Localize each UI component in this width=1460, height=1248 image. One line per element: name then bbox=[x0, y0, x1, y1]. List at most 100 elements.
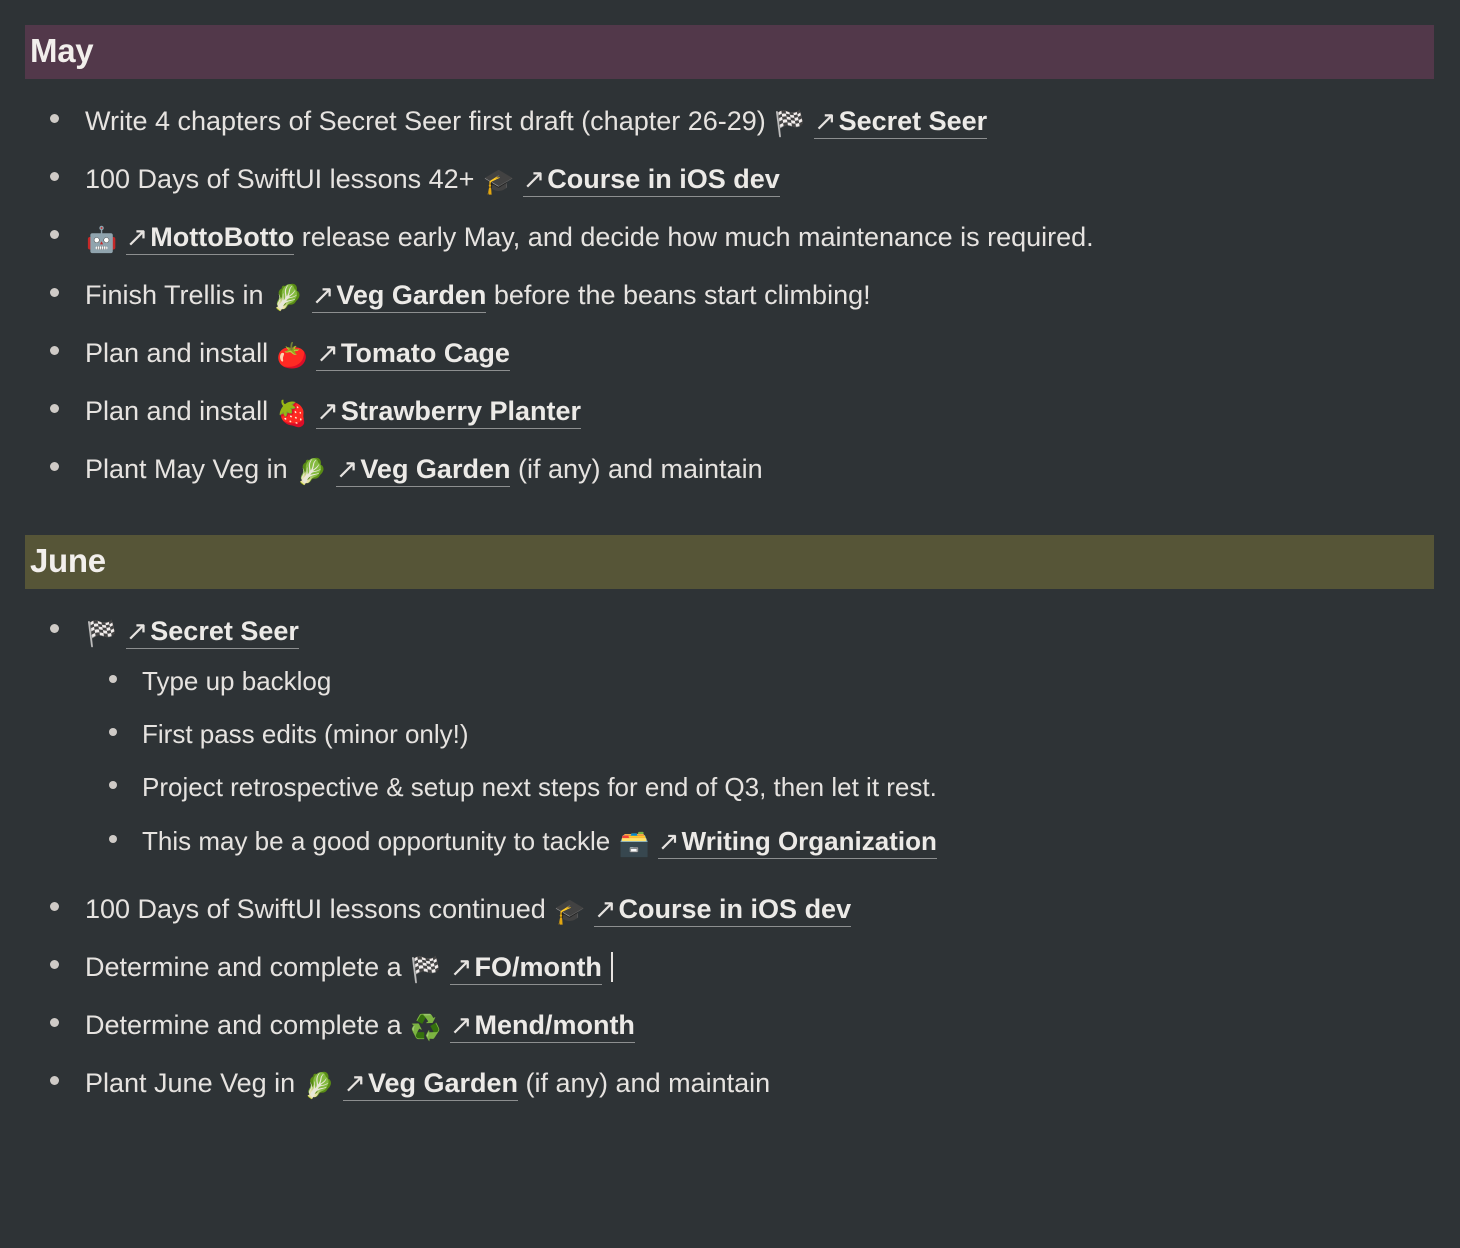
leafy-green-icon: 🥬 bbox=[303, 1070, 335, 1100]
leafy-green-icon: 🥬 bbox=[272, 282, 304, 312]
tomato-icon: 🍅 bbox=[276, 340, 308, 370]
item-text-before: Finish Trellis in bbox=[85, 279, 272, 310]
list-item: 🏁 ↗Secret Seer Type up backlog First pass… bbox=[50, 603, 1460, 881]
link-label: Veg Garden bbox=[336, 279, 487, 310]
link-label: FO/month bbox=[474, 951, 602, 982]
list-item: Type up backlog bbox=[109, 655, 1460, 708]
link-label: Mend/month bbox=[474, 1009, 635, 1040]
internal-link[interactable]: ↗Veg Garden bbox=[343, 1067, 519, 1101]
arrow-link-icon: ↗ bbox=[316, 337, 339, 369]
item-text-after: (if any) and maintain bbox=[510, 453, 763, 484]
item-text-after: release early May, and decide how much m… bbox=[294, 221, 1094, 252]
item-line: First pass edits (minor only!) bbox=[142, 719, 469, 749]
list-item: Plant June Veg in 🥬 ↗Veg Garden (if any)… bbox=[50, 1055, 1460, 1113]
note-document: May Write 4 chapters of Secret Seer first… bbox=[0, 0, 1460, 1248]
graduation-cap-icon: 🎓 bbox=[554, 896, 586, 926]
item-line: Determine and complete a ♻️ ↗Mend/month bbox=[85, 1009, 635, 1043]
list-item: Plan and install 🍅 ↗Tomato Cage bbox=[50, 325, 1460, 383]
item-line: Plan and install 🍅 ↗Tomato Cage bbox=[85, 337, 510, 371]
link-label: Veg Garden bbox=[367, 1067, 519, 1098]
arrow-link-icon: ↗ bbox=[125, 221, 149, 253]
link-label: Secret Seer bbox=[150, 615, 299, 646]
sub-list: Type up backlog First pass edits (minor … bbox=[85, 655, 1460, 870]
section-header-june: June bbox=[25, 534, 1434, 589]
item-text-before: This may be a good opportunity to tackle bbox=[142, 825, 618, 856]
item-line: Plant June Veg in 🥬 ↗Veg Garden (if any)… bbox=[85, 1067, 771, 1101]
graduation-cap-icon: 🎓 bbox=[482, 166, 515, 196]
internal-link[interactable]: ↗Veg Garden bbox=[335, 453, 511, 487]
item-line: 100 Days of SwiftUI lessons 42+ 🎓 ↗Cours… bbox=[85, 163, 780, 197]
section-header-may: May bbox=[25, 25, 1434, 79]
item-line: Finish Trellis in 🥬 ↗Veg Garden before t… bbox=[85, 279, 871, 313]
list-item: 100 Days of SwiftUI lessons continued 🎓 … bbox=[50, 881, 1460, 939]
internal-link[interactable]: ↗Secret Seer bbox=[125, 615, 299, 649]
checkered-flag-icon: 🏁 bbox=[86, 618, 118, 648]
section-list-june: 🏁 ↗Secret Seer Type up backlog First pass… bbox=[0, 589, 1460, 1113]
arrow-link-icon: ↗ bbox=[593, 893, 617, 925]
internal-link[interactable]: ↗Tomato Cage bbox=[316, 337, 510, 371]
checkered-flag-icon: 🏁 bbox=[774, 108, 806, 138]
item-line: 🏁 ↗Secret Seer bbox=[85, 615, 299, 649]
item-line: Type up backlog bbox=[142, 666, 331, 696]
list-item: Project retrospective & setup next steps… bbox=[109, 761, 1460, 814]
arrow-link-icon: ↗ bbox=[522, 163, 546, 195]
internal-link[interactable]: ↗Mend/month bbox=[449, 1009, 635, 1043]
internal-link[interactable]: ↗MottoBotto bbox=[125, 221, 295, 255]
item-text-after: (if any) and maintain bbox=[518, 1067, 771, 1098]
arrow-link-icon: ↗ bbox=[813, 105, 837, 137]
sections-container: May Write 4 chapters of Secret Seer first… bbox=[0, 25, 1460, 1113]
link-label: Writing Organization bbox=[681, 825, 937, 856]
item-line: Plant May Veg in 🥬 ↗Veg Garden (if any) … bbox=[85, 453, 763, 487]
list-item: Plant May Veg in 🥬 ↗Veg Garden (if any) … bbox=[50, 441, 1460, 499]
internal-link[interactable]: ↗Course in iOS dev bbox=[522, 163, 780, 197]
list-item: Finish Trellis in 🥬 ↗Veg Garden before t… bbox=[50, 267, 1460, 325]
item-text-before: Project retrospective & setup next steps… bbox=[142, 772, 937, 803]
item-text-before: 100 Days of SwiftUI lessons 42+ bbox=[85, 163, 482, 194]
arrow-link-icon: ↗ bbox=[316, 395, 339, 427]
item-text-before: First pass edits (minor only!) bbox=[142, 719, 469, 750]
item-text-before: Type up backlog bbox=[142, 665, 332, 696]
internal-link[interactable]: ↗Veg Garden bbox=[311, 279, 487, 313]
card-file-box-icon: 🗃️ bbox=[618, 828, 650, 858]
arrow-link-icon: ↗ bbox=[311, 279, 335, 311]
item-text-before: 100 Days of SwiftUI lessons continued bbox=[85, 893, 554, 924]
item-line: Determine and complete a 🏁 ↗FO/month bbox=[85, 951, 613, 985]
link-label: Course in iOS dev bbox=[547, 163, 780, 194]
link-label: Secret Seer bbox=[838, 105, 988, 136]
robot-icon: 🤖 bbox=[86, 224, 118, 254]
arrow-link-icon: ↗ bbox=[449, 1009, 473, 1041]
item-text-after: before the beans start climbing! bbox=[486, 279, 871, 310]
arrow-link-icon: ↗ bbox=[449, 951, 473, 983]
internal-link[interactable]: ↗FO/month bbox=[449, 951, 602, 985]
list-item: 100 Days of SwiftUI lessons 42+ 🎓 ↗Cours… bbox=[50, 151, 1460, 209]
link-label: Course in iOS dev bbox=[618, 893, 852, 924]
list-item: Plan and install 🍓 ↗Strawberry Planter bbox=[50, 383, 1460, 441]
text-cursor bbox=[610, 951, 613, 982]
arrow-link-icon: ↗ bbox=[657, 826, 680, 857]
link-label: Tomato Cage bbox=[340, 337, 510, 368]
checkered-flag-icon: 🏁 bbox=[410, 954, 442, 984]
item-text-before: Plant May Veg in bbox=[85, 453, 296, 484]
item-text-before: Plan and install bbox=[85, 337, 276, 368]
item-line: Plan and install 🍓 ↗Strawberry Planter bbox=[85, 395, 582, 429]
leafy-green-icon: 🥬 bbox=[296, 456, 328, 486]
list-item: Write 4 chapters of Secret Seer first dr… bbox=[50, 93, 1460, 151]
list-item: Determine and complete a ♻️ ↗Mend/month bbox=[50, 997, 1460, 1055]
internal-link[interactable]: ↗Secret Seer bbox=[813, 105, 988, 139]
internal-link[interactable]: ↗Strawberry Planter bbox=[316, 395, 582, 429]
link-label: Veg Garden bbox=[360, 453, 511, 484]
item-line: Write 4 chapters of Secret Seer first dr… bbox=[85, 105, 988, 139]
recycle-icon: ♻️ bbox=[410, 1012, 442, 1042]
internal-link[interactable]: ↗Writing Organization bbox=[657, 825, 937, 859]
arrow-link-icon: ↗ bbox=[343, 1067, 366, 1099]
list-item: 🤖 ↗MottoBotto release early May, and dec… bbox=[50, 209, 1460, 267]
list-item: First pass edits (minor only!) bbox=[109, 708, 1460, 761]
item-text-before: Write 4 chapters of Secret Seer first dr… bbox=[85, 105, 774, 136]
item-text-before: Plant June Veg in bbox=[85, 1067, 303, 1098]
internal-link[interactable]: ↗Course in iOS dev bbox=[593, 893, 852, 927]
sub-list-wrapper: Type up backlog First pass edits (minor … bbox=[85, 650, 1460, 870]
item-line: 100 Days of SwiftUI lessons continued 🎓 … bbox=[85, 893, 852, 927]
list-item: Determine and complete a 🏁 ↗FO/month bbox=[50, 939, 1460, 997]
list-item: This may be a good opportunity to tackle… bbox=[109, 815, 1460, 870]
item-line: This may be a good opportunity to tackle… bbox=[142, 825, 937, 859]
